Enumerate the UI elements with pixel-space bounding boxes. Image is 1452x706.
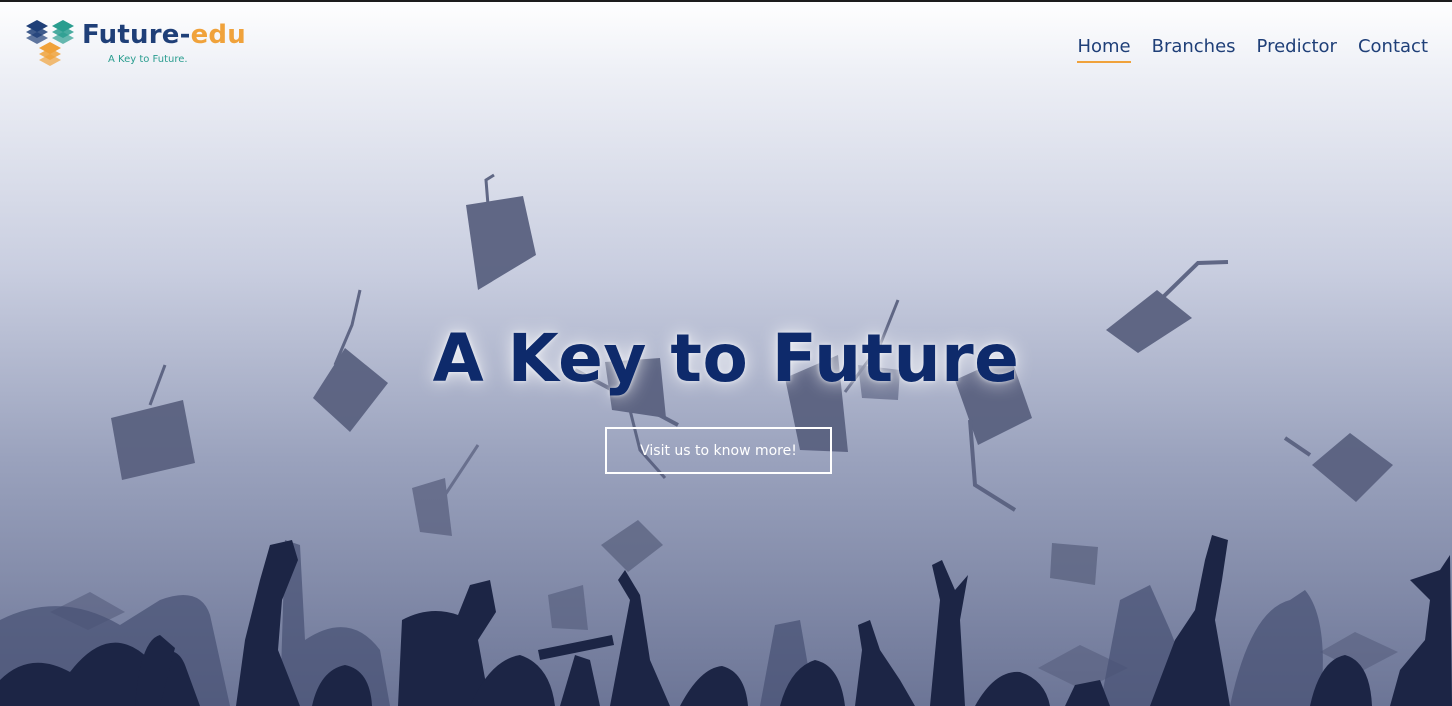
visit-us-button[interactable]: Visit us to know more! <box>605 427 832 474</box>
brand-name-part2: edu <box>190 20 246 50</box>
hero-title: A Key to Future <box>432 320 1020 398</box>
nav-link-home[interactable]: Home <box>1077 36 1131 63</box>
brand-name-part1: Future- <box>82 20 191 50</box>
nav-link-contact[interactable]: Contact <box>1358 36 1428 63</box>
flying-cap-icon <box>412 444 480 536</box>
flying-cap-icon <box>466 173 536 290</box>
nav-link-branches[interactable]: Branches <box>1152 36 1236 63</box>
flying-cap-icon <box>1050 543 1098 585</box>
brand-tagline: A Key to Future. <box>108 54 188 65</box>
flying-cap-icon <box>548 585 588 630</box>
flying-cap-icon <box>1283 433 1393 502</box>
nav-link-predictor[interactable]: Predictor <box>1257 36 1337 63</box>
stacked-books-logo-icon <box>26 20 74 66</box>
brand-name: Future-edu <box>82 20 246 50</box>
flying-cap-icon <box>601 520 663 572</box>
brand-logo[interactable]: Future-edu A Key to Future. <box>24 14 254 74</box>
main-nav: Home Branches Predictor Contact <box>1077 36 1428 63</box>
